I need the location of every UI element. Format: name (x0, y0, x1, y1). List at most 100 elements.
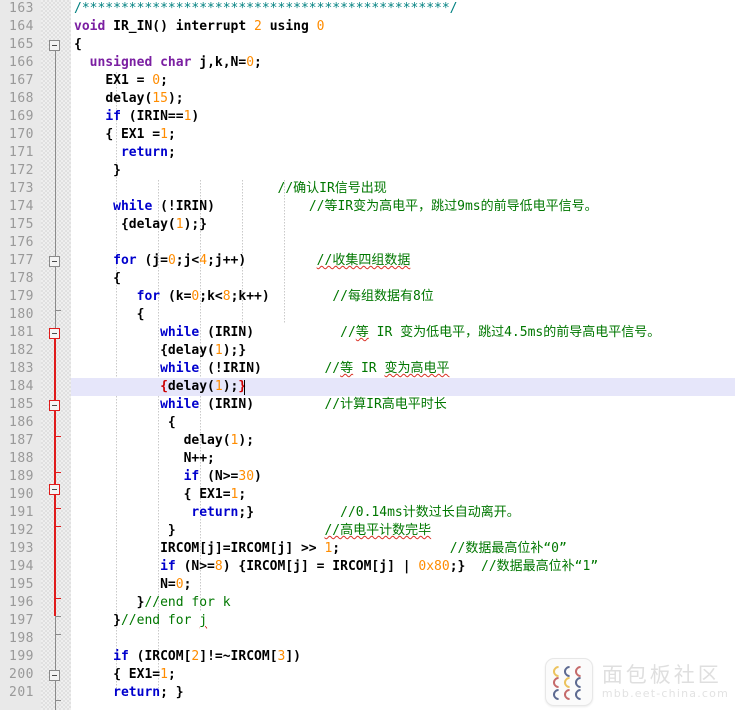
code-line[interactable]: 165 { (0, 36, 735, 54)
line-content: { (136, 307, 145, 322)
code-line[interactable]: 185 while (IRIN) //计算IR高电平时长 (0, 396, 735, 414)
code-line[interactable]: 166 unsigned char j,k,N=0; (0, 54, 735, 72)
line-content: delay(1); (183, 433, 255, 448)
code-line[interactable]: 195 N=0; (0, 576, 735, 594)
line-number: 173 (9, 181, 34, 196)
logo-cell (552, 688, 563, 699)
line-number: 172 (9, 163, 34, 178)
code-line[interactable]: 163 /***********************************… (0, 0, 735, 18)
code-line[interactable]: 193 IRCOM[j]=IRCOM[j] >> 1; //数据最高位补“0” (0, 540, 735, 558)
code-line[interactable]: 190 { EX1=1; (0, 486, 735, 504)
line-number: 165 (9, 37, 34, 52)
line-number: 195 (9, 577, 34, 592)
code-line[interactable]: 169 if (IRIN==1) (0, 108, 735, 126)
line-content: { (167, 415, 176, 430)
line-content: if (N>=8) {IRCOM[j] = IRCOM[j] | 0x80;} … (160, 559, 599, 574)
text-caret (244, 380, 245, 395)
line-number: 199 (9, 649, 34, 664)
code-line[interactable]: 173 //确认IR信号出现 (0, 180, 735, 198)
code-line[interactable]: 183 while (!IRIN) //等 IR 变为高电平 (0, 360, 735, 378)
code-line[interactable]: 168 delay(15); (0, 90, 735, 108)
code-line[interactable]: 178 { (0, 270, 735, 288)
line-number: 180 (9, 307, 34, 322)
code-line[interactable]: 198 (0, 630, 735, 648)
line-number: 188 (9, 451, 34, 466)
line-content: IRCOM[j]=IRCOM[j] >> 1; //数据最高位补“0” (160, 541, 567, 556)
code-line[interactable]: 187 delay(1); (0, 432, 735, 450)
code-line[interactable]: 174 while (!IRIN) //等IR变为高电平，跳过9ms的前导低电平… (0, 198, 735, 216)
line-number: 193 (9, 541, 34, 556)
line-number: 170 (9, 127, 34, 142)
code-line[interactable]: 176 (0, 234, 735, 252)
line-number: 183 (9, 361, 34, 376)
line-number: 191 (9, 505, 34, 520)
code-line[interactable]: 164 void IR_IN() interrupt 2 using 0 (0, 18, 735, 36)
code-line[interactable]: 189 if (N>=30) (0, 468, 735, 486)
code-line[interactable]: 179 for (k=0;k<8;k++) //每组数据有8位 (0, 288, 735, 306)
line-content: if (N>=30) (183, 469, 262, 484)
line-number: 178 (9, 271, 34, 286)
line-number: 182 (9, 343, 34, 358)
line-content: EX1 = 0; (105, 73, 168, 88)
line-number: 169 (9, 109, 34, 124)
line-content: { EX1=1; (113, 667, 176, 682)
line-content: while (!IRIN) //等IR变为高电平，跳过9ms的前导低电平信号。 (113, 199, 598, 214)
line-content: for (j=0;j<4;j++) //收集四组数据 (113, 253, 411, 268)
code-line[interactable]: 182 {delay(1);} (0, 342, 735, 360)
watermark-title: 面包板社区 (601, 662, 722, 687)
line-content: return;} //0.14ms计数过长自动离开。 (191, 505, 520, 520)
line-number: 196 (9, 595, 34, 610)
line-number: 185 (9, 397, 34, 412)
line-number: 168 (9, 91, 34, 106)
line-content: delay(15); (105, 91, 184, 106)
code-line[interactable]: 175 {delay(1);} (0, 216, 735, 234)
line-number: 163 (9, 1, 34, 16)
line-content: return; (120, 145, 176, 160)
logo-cell (563, 665, 574, 676)
line-number: 181 (9, 325, 34, 340)
line-number: 177 (9, 253, 34, 268)
line-content: { EX1=1; (183, 487, 247, 502)
code-line[interactable]: 167 EX1 = 0; (0, 72, 735, 90)
line-content: return; } (113, 685, 184, 700)
line-number: 189 (9, 469, 34, 484)
logo-cell (552, 676, 563, 687)
line-content: if (IRIN==1) (105, 109, 200, 124)
line-content: { (113, 271, 121, 286)
line-number: 187 (9, 433, 34, 448)
watermark-logo-icon (544, 658, 593, 706)
code-line[interactable]: 181 while (IRIN) //等 IR 变为低电平，跳过4.5ms的前导… (0, 324, 735, 342)
code-line[interactable]: 180 { (0, 306, 735, 324)
code-line[interactable]: 171 return; (0, 144, 735, 162)
line-content: { (74, 37, 82, 52)
watermark-subtitle: mbb.eet-china.com (601, 686, 729, 700)
logo-cell (563, 676, 574, 687)
code-line-active[interactable]: 184 {delay(1);} (0, 378, 735, 396)
watermark-text: 面包板社区 mbb.eet-china.com (601, 662, 729, 701)
line-content: { EX1 =1; (105, 127, 176, 142)
line-content: } (113, 163, 121, 178)
code-line[interactable]: 194 if (N>=8) {IRCOM[j] = IRCOM[j] | 0x8… (0, 558, 735, 576)
code-line[interactable]: 191 return;} //0.14ms计数过长自动离开。 (0, 504, 735, 522)
logo-grid (552, 665, 586, 699)
line-number: 179 (9, 289, 34, 304)
logo-cell (563, 688, 574, 699)
line-number: 200 (9, 667, 34, 682)
line-content: unsigned char j,k,N=0; (89, 55, 262, 70)
code-line[interactable]: 192 } //高电平计数完毕 (0, 522, 735, 540)
code-editor[interactable]: 163 /***********************************… (0, 0, 735, 710)
logo-cell (574, 688, 585, 699)
line-content: if (IRCOM[2]!=~IRCOM[3]) (113, 649, 302, 664)
code-line[interactable]: 177 for (j=0;j<4;j++) //收集四组数据 (0, 252, 735, 270)
code-line[interactable]: 188 N++; (0, 450, 735, 468)
code-line[interactable]: 196 }//end for k (0, 594, 735, 612)
code-line[interactable]: 197 }//end for j (0, 612, 735, 630)
code-line[interactable]: 186 { (0, 414, 735, 432)
line-content: N=0; (160, 577, 192, 592)
line-content: {delay(1);} (160, 343, 247, 358)
code-line[interactable]: 170 { EX1 =1; (0, 126, 735, 144)
code-line[interactable]: 172 } (0, 162, 735, 180)
line-number: 197 (9, 613, 34, 628)
line-content: while (!IRIN) //等 IR 变为高电平 (160, 361, 450, 376)
line-number: 186 (9, 415, 34, 430)
